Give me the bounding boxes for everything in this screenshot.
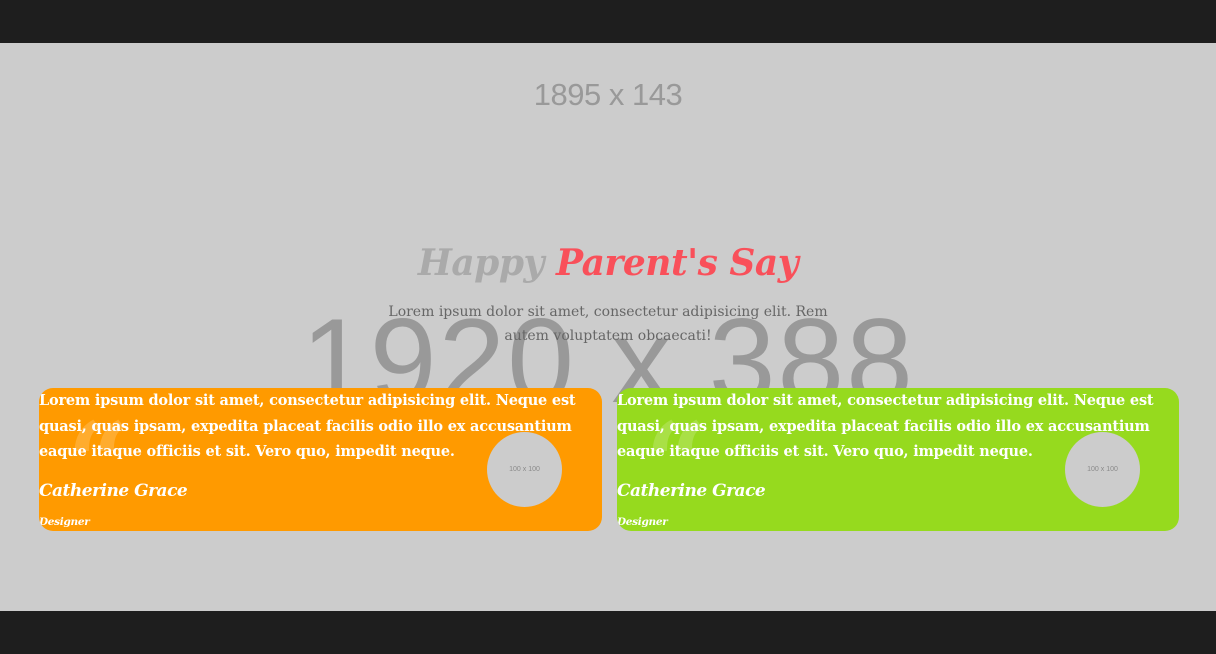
banner-image: 1895 x 143: [0, 43, 1216, 186]
top-bar: [0, 0, 1216, 43]
testimonial-card: “ Lorem ipsum dolor sit amet, consectetu…: [617, 388, 1179, 531]
section-subtitle: Lorem ipsum dolor sit amet, consectetur …: [388, 304, 828, 344]
testimonial-name: Catherine Grace: [617, 481, 766, 501]
banner-placeholder-text: 1895 x 143: [533, 77, 683, 112]
testimonials-section: 1920 x 388 Happy Parent's Say Lorem ipsu…: [0, 186, 1216, 611]
heading-accent: Parent's Say: [555, 242, 799, 284]
avatar: 100 x 100: [1065, 432, 1140, 507]
testimonial-card: “ Lorem ipsum dolor sit amet, consectetu…: [39, 388, 602, 531]
section-heading: Happy Parent's Say: [0, 238, 1216, 288]
testimonial-role: Designer: [39, 516, 90, 528]
testimonial-name: Catherine Grace: [39, 481, 188, 501]
bottom-bar: [0, 611, 1216, 654]
testimonial-role: Designer: [617, 516, 668, 528]
avatar-placeholder-text: 100 x 100: [1087, 466, 1118, 473]
avatar: 100 x 100: [487, 432, 562, 507]
avatar-placeholder-text: 100 x 100: [509, 466, 540, 473]
heading-muted: Happy: [417, 242, 545, 284]
